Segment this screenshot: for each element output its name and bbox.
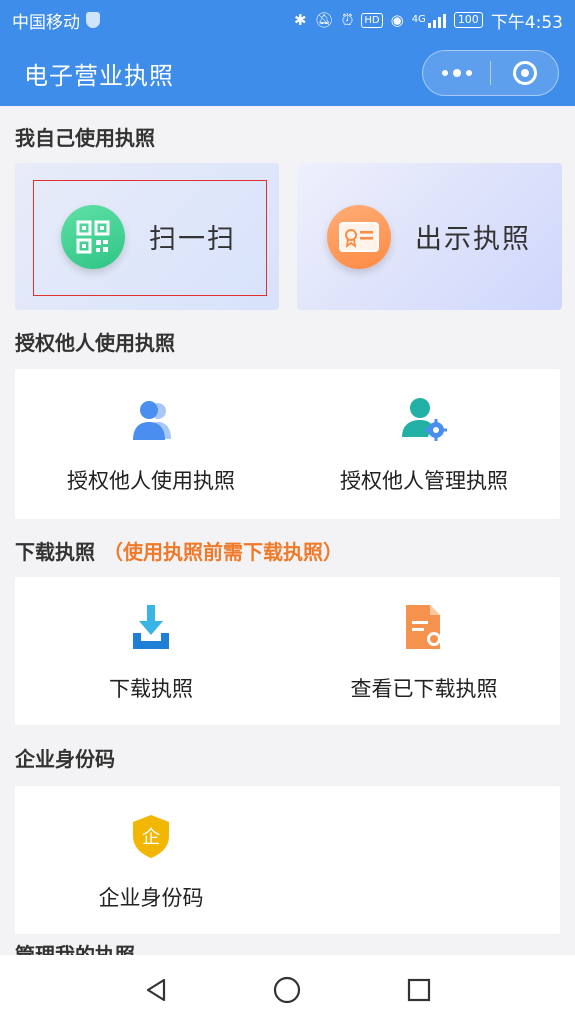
alarm-icon: ⏰︎ (341, 11, 354, 29)
download-license-button[interactable]: 下载执照 (15, 577, 287, 725)
network-type: 4G (411, 13, 426, 25)
close-button[interactable] (491, 51, 558, 95)
authorize-use-button[interactable]: 授权他人使用执照 (15, 369, 287, 519)
carrier-label: 中国移动 (12, 12, 80, 33)
section-title-enterprise-id: 企业身份码 (15, 747, 115, 771)
show-license-card[interactable]: 出示执照 (297, 163, 562, 310)
users-icon (133, 401, 171, 440)
enterprise-id-button[interactable]: 企 企业身份码 (15, 786, 287, 934)
mute-icon: 🔕︎ (314, 11, 334, 29)
authorize-use-label: 授权他人使用执照 (67, 469, 235, 493)
show-license-label: 出示执照 (415, 224, 531, 255)
status-bar: 中国移动 ✱ 🔕︎ ⏰︎ HD ◉ 4G 100 下午4:53 (0, 0, 575, 40)
bluetooth-icon: ✱ (294, 11, 307, 29)
recent-apps-button[interactable] (399, 970, 439, 1010)
target-ring-icon (512, 61, 537, 85)
enterprise-id-label: 企业身份码 (98, 886, 204, 910)
back-button[interactable] (136, 970, 176, 1010)
section-title-manage: 管理我的执照 (15, 944, 135, 955)
page-title: 电子营业执照 (24, 61, 174, 90)
back-triangle-icon (146, 978, 165, 1001)
document-icon (406, 605, 441, 649)
home-circle-icon (274, 976, 301, 1003)
system-nav-bar (0, 955, 575, 1024)
signal-icon (427, 12, 446, 28)
enterprise-badge-char: 企 (142, 827, 160, 848)
user-settings-icon (402, 398, 447, 441)
section-title-download: 下载执照 （使用执照前需下载执照） (15, 536, 343, 565)
eye-icon: ◉ (390, 11, 404, 29)
title-bar: 电子营业执照 (0, 40, 575, 106)
home-button[interactable] (267, 970, 307, 1010)
license-card-icon (327, 204, 391, 269)
download-icon (133, 605, 169, 649)
more-dots-icon (441, 68, 472, 77)
view-downloaded-label: 查看已下载执照 (350, 677, 498, 701)
mini-program-capsule (422, 50, 559, 96)
view-downloaded-button[interactable]: 查看已下载执照 (288, 577, 560, 725)
more-button[interactable] (423, 51, 490, 95)
hd-icon: HD (361, 12, 383, 28)
enterprise-id-card: 企 企业身份码 (15, 786, 560, 934)
battery-icon: 100 (453, 12, 483, 28)
download-section-note: （使用执照前需下载执照） (103, 540, 343, 564)
enterprise-shield-icon: 企 (133, 815, 169, 858)
recent-square-icon (408, 978, 431, 1001)
download-card: 下载执照 查看已下载执照 (15, 577, 560, 725)
section-title-authorize: 授权他人使用执照 (15, 331, 175, 355)
scan-label: 扫一扫 (149, 224, 236, 255)
qr-code-icon (61, 204, 125, 269)
authorize-card: 授权他人使用执照 授权他人管理执照 (15, 369, 560, 519)
section-title-self-use: 我自己使用执照 (15, 126, 155, 150)
authorize-manage-label: 授权他人管理执照 (340, 469, 508, 493)
download-license-label: 下载执照 (109, 677, 193, 701)
clock: 下午4:53 (490, 12, 563, 33)
scan-card[interactable]: 扫一扫 (15, 163, 279, 310)
authorize-manage-button[interactable]: 授权他人管理执照 (288, 369, 560, 519)
download-section-label: 下载执照 (15, 540, 95, 564)
security-shield-icon (86, 12, 100, 28)
